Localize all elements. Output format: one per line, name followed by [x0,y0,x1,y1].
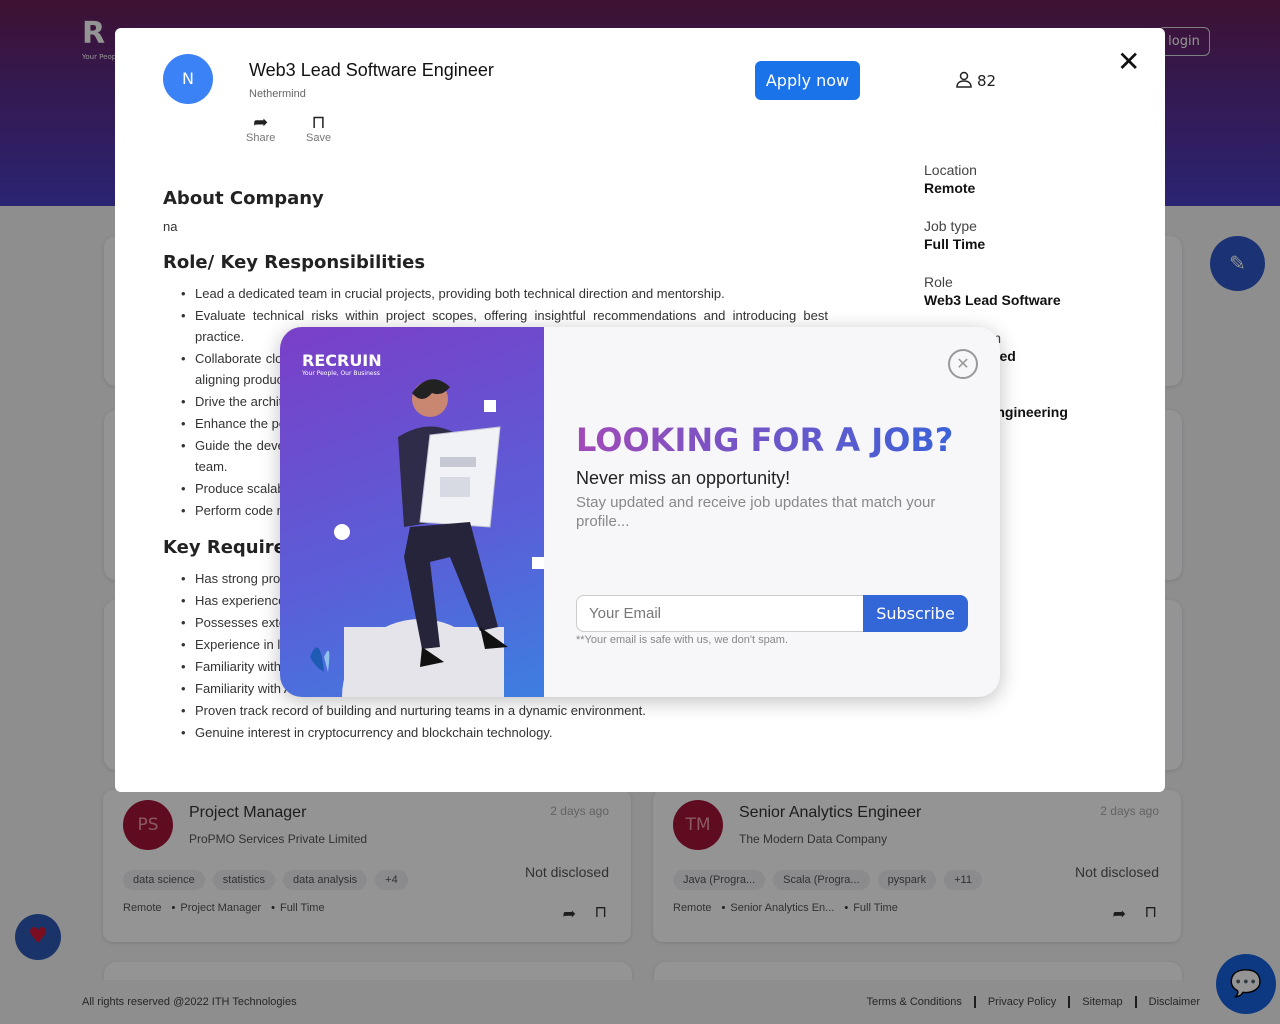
share-icon: ➦ [253,112,269,132]
summary-label: Role [924,274,953,290]
summary-role: Role Web3 Lead Software [924,274,1144,308]
summary-location: Location Remote [924,162,1144,196]
company-name[interactable]: Nethermind [249,88,306,100]
apply-now-button[interactable]: Apply now [755,61,860,100]
share-button[interactable]: ➦ Share [246,112,275,144]
summary-job-type: Job type Full Time [924,218,1144,252]
applicant-count-value: 82 [977,72,997,90]
bookmark-icon: ⊓ [311,112,326,132]
summary-value: Web3 Lead Software [924,292,1061,308]
save-button[interactable]: ⊓ Save [306,112,331,144]
save-label: Save [306,132,332,144]
reading-person-illustration [310,379,544,697]
job-title: Web3 Lead Software Engineer [249,60,494,80]
list-item: Genuine interest in cryptocurrency and b… [181,722,828,743]
popup-close-icon[interactable]: ✕ [948,349,978,379]
summary-value: Full Time [924,236,986,252]
popup-headline: LOOKING FOR A JOB? [576,421,954,459]
close-icon[interactable]: ✕ [1117,48,1140,76]
company-avatar: N [163,54,213,104]
list-item: Proven track record of building and nurt… [181,700,828,721]
email-field[interactable] [576,595,864,632]
popup-subheadline: Never miss an opportunity! [576,468,791,488]
about-heading: About Company [163,188,324,209]
share-label: Share [246,132,276,144]
spam-note: **Your email is safe with us, we don't s… [576,634,789,646]
summary-label: Location [924,162,977,178]
summary-value: Remote [924,180,976,196]
summary-label: Job type [924,218,977,234]
list-item: Lead a dedicated team in crucial project… [181,283,828,304]
about-text: na [163,219,178,234]
subscribe-popup: RECRUIN Your People, Our Business ✕ LOOK… [280,327,1000,697]
role-heading: Role/ Key Responsibilities [163,252,426,273]
popup-description: Stay updated and receive job updates tha… [576,494,936,530]
applicant-count: 82 [955,70,996,92]
user-icon [955,70,973,92]
subscribe-button[interactable]: Subscribe [863,595,968,632]
popup-illustration: RECRUIN Your People, Our Business [280,327,544,697]
